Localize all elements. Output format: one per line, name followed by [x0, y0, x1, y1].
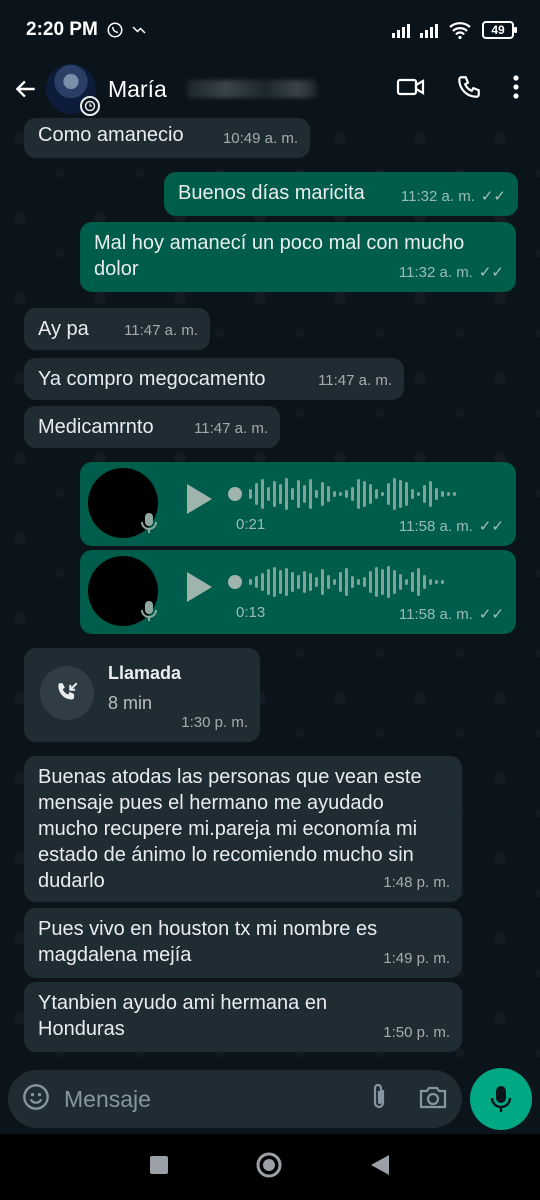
read-ticks-icon: ✓✓ — [478, 518, 504, 535]
audio-scrubber[interactable] — [228, 487, 242, 501]
message-timestamp: 10:49 a. m. — [222, 130, 298, 147]
microphone-icon — [490, 1086, 512, 1112]
read-ticks-icon: ✓✓ — [478, 606, 504, 623]
message-input[interactable]: Mensaje — [8, 1070, 462, 1128]
message-outgoing[interactable]: Buenos días maricita 11:32 a. m. ✓✓ — [164, 172, 518, 216]
square-icon — [150, 1155, 168, 1174]
message-timestamp: 11:47 a. m. — [318, 372, 392, 389]
message-text: Ay pa — [38, 318, 89, 340]
microphone-icon — [141, 513, 157, 533]
message-text: Ya compro megocamento — [38, 368, 266, 390]
message-incoming[interactable]: Como amanecio 10:49 a. m. — [24, 118, 310, 158]
audio-waveform[interactable] — [228, 564, 494, 600]
call-duration: 8 min — [108, 693, 153, 713]
message-incoming[interactable]: Ya compro megocamento 11:47 a. m. — [24, 358, 404, 400]
message-text: Buenas atodas las personas que vean este… — [38, 766, 422, 892]
paperclip-icon — [373, 1083, 385, 1108]
home-button[interactable] — [255, 1151, 283, 1184]
audio-waveform[interactable] — [228, 476, 494, 512]
back-button[interactable] — [10, 73, 42, 105]
read-ticks-icon: ✓✓ — [478, 264, 504, 281]
message-timestamp: 1:49 p. m. — [383, 950, 450, 967]
camera-button[interactable] — [418, 1084, 448, 1115]
message-timestamp: 11:32 a. m. — [398, 264, 473, 281]
signal-icon — [392, 22, 410, 38]
message-text: Como amanecio — [38, 124, 184, 146]
message-incoming[interactable]: Medicamrnto 11:47 a. m. — [24, 406, 280, 448]
voice-duration: 0:13 — [236, 604, 266, 621]
message-text: Buenos días maricita — [178, 182, 365, 204]
message-text: Pues vivo en houston tx mi nombre es mag… — [38, 918, 378, 966]
message-timestamp: 11:58 a. m. — [398, 518, 473, 535]
message-outgoing[interactable]: Mal hoy amanecí un poco mal con mucho do… — [80, 222, 516, 292]
whatsapp-icon — [107, 22, 123, 38]
message-time: 10:49 a. m. — [223, 126, 298, 152]
wifi-icon — [449, 22, 471, 39]
triangle-back-icon — [371, 1154, 389, 1175]
video-camera-icon — [396, 78, 425, 95]
message-incoming[interactable]: Ytanbien ayudo ami hermana en Honduras 1… — [24, 982, 462, 1052]
message-timestamp: 11:58 a. m. — [398, 606, 473, 623]
microphone-icon — [141, 601, 157, 621]
signal-icon-2 — [420, 22, 438, 38]
circle-icon — [256, 1152, 282, 1177]
contact-name[interactable]: María — [108, 76, 167, 103]
message-timestamp: 1:48 p. m. — [383, 874, 450, 891]
message-text: Ytanbien ayudo ami hermana en Honduras — [38, 992, 328, 1040]
call-title: Llamada — [108, 663, 182, 683]
disappearing-timer-icon — [80, 96, 100, 116]
message-timestamp: 1:50 p. m. — [383, 1024, 450, 1041]
redacted-phone-number — [186, 80, 317, 98]
play-button-icon[interactable] — [184, 482, 214, 516]
message-incoming[interactable]: Buenas atodas las personas que vean este… — [24, 756, 462, 902]
call-log-message[interactable]: Llamada 8 min 1:30 p. m. — [24, 648, 260, 742]
message-timestamp: 11:32 a. m. — [400, 188, 475, 205]
message-composer: Mensaje — [0, 1062, 540, 1134]
message-timestamp: 11:47 a. m. — [124, 322, 198, 339]
message-incoming[interactable]: Ay pa 11:47 a. m. — [24, 308, 210, 350]
contact-avatar[interactable] — [46, 64, 100, 116]
attach-button[interactable] — [368, 1083, 390, 1116]
message-text: Medicamrnto — [38, 416, 154, 438]
chat-area[interactable]: Como amanecio 10:49 a. m. Buenos días ma… — [0, 118, 540, 1060]
voice-duration: 0:21 — [236, 516, 266, 533]
status-bar: 2:20 PM 49 — [0, 0, 540, 60]
back-nav-button[interactable] — [369, 1153, 391, 1182]
arrow-left-icon — [15, 80, 35, 98]
message-placeholder: Mensaje — [64, 1085, 151, 1112]
incoming-call-icon — [40, 666, 94, 720]
message-incoming[interactable]: Pues vivo en houston tx mi nombre es mag… — [24, 908, 462, 978]
emoji-button[interactable] — [22, 1083, 50, 1116]
record-voice-button[interactable] — [470, 1068, 532, 1130]
read-ticks-icon: ✓✓ — [480, 188, 506, 205]
status-time: 2:20 PM — [26, 19, 98, 40]
recents-button[interactable] — [149, 1155, 169, 1180]
emoji-icon — [23, 1083, 49, 1110]
phone-icon — [458, 75, 480, 98]
play-button-icon[interactable] — [184, 570, 214, 604]
more-options-button[interactable] — [512, 74, 520, 105]
video-call-button[interactable] — [396, 75, 426, 104]
voice-call-button[interactable] — [456, 74, 482, 105]
system-navigation-bar — [0, 1134, 540, 1200]
voice-message[interactable]: 0:21 11:58 a. m. ✓✓ — [80, 462, 516, 546]
more-vertical-icon — [513, 74, 519, 99]
battery-icon: 49 — [482, 21, 517, 39]
audio-scrubber[interactable] — [228, 575, 242, 589]
chat-header: María — [0, 60, 540, 118]
voice-message[interactable]: 0:13 11:58 a. m. ✓✓ — [80, 550, 516, 634]
camera-icon — [419, 1086, 447, 1108]
call-missed-icon — [132, 26, 146, 34]
message-timestamp: 11:47 a. m. — [194, 420, 268, 437]
message-timestamp: 1:30 p. m. — [181, 714, 248, 731]
